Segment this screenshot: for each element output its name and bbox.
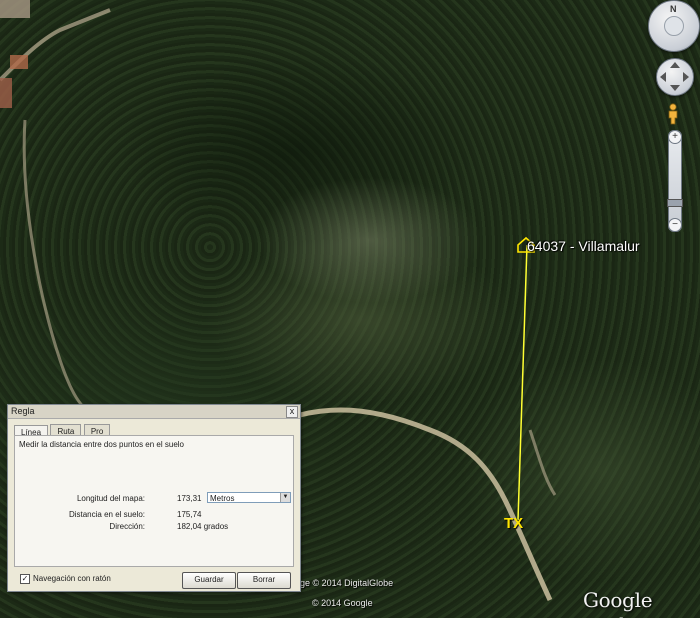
- road: [299, 407, 553, 602]
- road: [528, 429, 557, 496]
- google-copyright: © 2014 Google: [312, 598, 373, 608]
- imagery-copyright: ge © 2014 DigitalGlobe: [300, 578, 394, 588]
- ruler-panel: Medir la distancia entre dos puntos en e…: [14, 435, 294, 567]
- dialog-title: Regla: [11, 406, 35, 416]
- unit-select[interactable]: Metros ▼: [207, 492, 291, 503]
- logo-word-google: Google: [583, 588, 653, 612]
- clear-button[interactable]: Borrar: [237, 572, 291, 589]
- road: [22, 119, 101, 422]
- building: [0, 0, 30, 18]
- pegman-icon[interactable]: [666, 103, 680, 125]
- road: [0, 8, 111, 82]
- arrow-left-icon[interactable]: [660, 72, 666, 82]
- ruler-line: [517, 244, 528, 521]
- compass-ring-icon[interactable]: N: [648, 0, 700, 52]
- ground-distance-value: 175,74: [177, 510, 202, 519]
- unit-selected: Metros: [210, 494, 235, 503]
- arrow-right-icon[interactable]: [683, 72, 689, 82]
- zoom-thumb[interactable]: [667, 199, 683, 207]
- tx-label[interactable]: TX: [504, 515, 523, 532]
- dialog-titlebar[interactable]: Regla x: [8, 405, 300, 419]
- mouse-navigation-option[interactable]: ✓ Navegación con ratón: [20, 574, 111, 584]
- ruler-description: Medir la distancia entre dos puntos en e…: [19, 440, 184, 449]
- google-earth-logo: Google earth: [583, 588, 700, 618]
- zoom-slider[interactable]: + −: [667, 130, 683, 232]
- ground-distance-label: Distancia en el suelo:: [68, 510, 145, 519]
- save-button[interactable]: Guardar: [182, 572, 236, 589]
- arrow-up-icon[interactable]: [670, 62, 680, 68]
- heading-value: 182,04 grados: [177, 522, 229, 531]
- map-length-value: 173,31: [177, 494, 202, 503]
- building: [0, 78, 12, 108]
- building: [10, 55, 28, 69]
- north-label[interactable]: N: [670, 4, 677, 14]
- ruler-dialog: Regla x Línea Ruta Pro Medir la distanci…: [7, 404, 301, 592]
- ruler-tabs: Línea Ruta Pro: [14, 421, 111, 439]
- heading-label: Dirección:: [109, 522, 145, 531]
- mouse-navigation-checkbox[interactable]: ✓: [20, 574, 30, 584]
- chevron-down-icon[interactable]: ▼: [280, 493, 290, 502]
- zoom-in-button[interactable]: +: [668, 130, 682, 144]
- close-button[interactable]: x: [286, 406, 298, 418]
- placemark-label[interactable]: 64037 - Villamalur: [527, 238, 640, 254]
- compass-center[interactable]: [664, 16, 684, 36]
- look-joystick-icon[interactable]: [656, 58, 694, 96]
- arrow-down-icon[interactable]: [670, 85, 680, 91]
- mouse-navigation-label: Navegación con ratón: [33, 574, 111, 584]
- map-length-label: Longitud del mapa:: [76, 494, 145, 503]
- zoom-out-button[interactable]: −: [668, 218, 682, 232]
